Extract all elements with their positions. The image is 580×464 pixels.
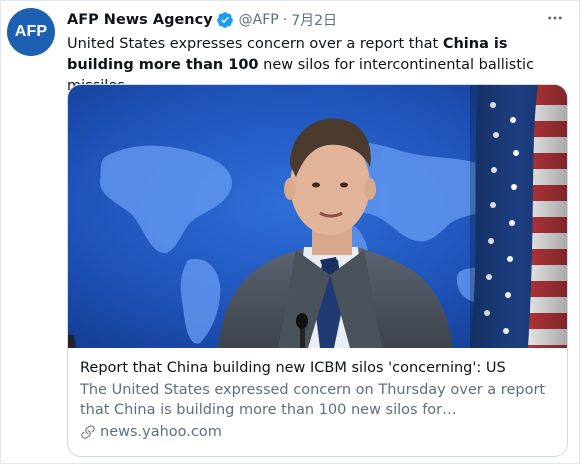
more-dots-glyph bbox=[548, 16, 562, 20]
tweet[interactable]: AFP AFP News Agency @AFP · 7月2日 United S… bbox=[0, 0, 580, 464]
handle[interactable]: @AFP bbox=[239, 12, 279, 28]
card-domain[interactable]: news.yahoo.com bbox=[80, 422, 555, 442]
avatar-logo-text: AFP bbox=[14, 23, 48, 40]
tweet-header: AFP News Agency @AFP · 7月2日 bbox=[67, 9, 565, 31]
link-card[interactable]: Report that China building new ICBM silo… bbox=[67, 84, 568, 457]
display-name[interactable]: AFP News Agency bbox=[67, 12, 213, 28]
tweet-date[interactable]: 7月2日 bbox=[291, 10, 337, 30]
verified-badge-icon bbox=[216, 12, 233, 28]
card-body: Report that China building new ICBM silo… bbox=[68, 349, 567, 442]
avatar[interactable]: AFP bbox=[7, 8, 55, 56]
card-image[interactable] bbox=[68, 85, 567, 348]
card-domain-text: news.yahoo.com bbox=[100, 424, 222, 440]
card-photo bbox=[68, 85, 567, 348]
more-options-icon[interactable] bbox=[543, 8, 567, 28]
separator-dot: · bbox=[282, 12, 288, 28]
card-description: The United States expressed concern on T… bbox=[80, 382, 546, 418]
tweet-text-plain: United States expresses concern over a r… bbox=[67, 36, 443, 52]
card-title[interactable]: Report that China building new ICBM silo… bbox=[80, 358, 555, 378]
link-icon bbox=[81, 425, 95, 439]
